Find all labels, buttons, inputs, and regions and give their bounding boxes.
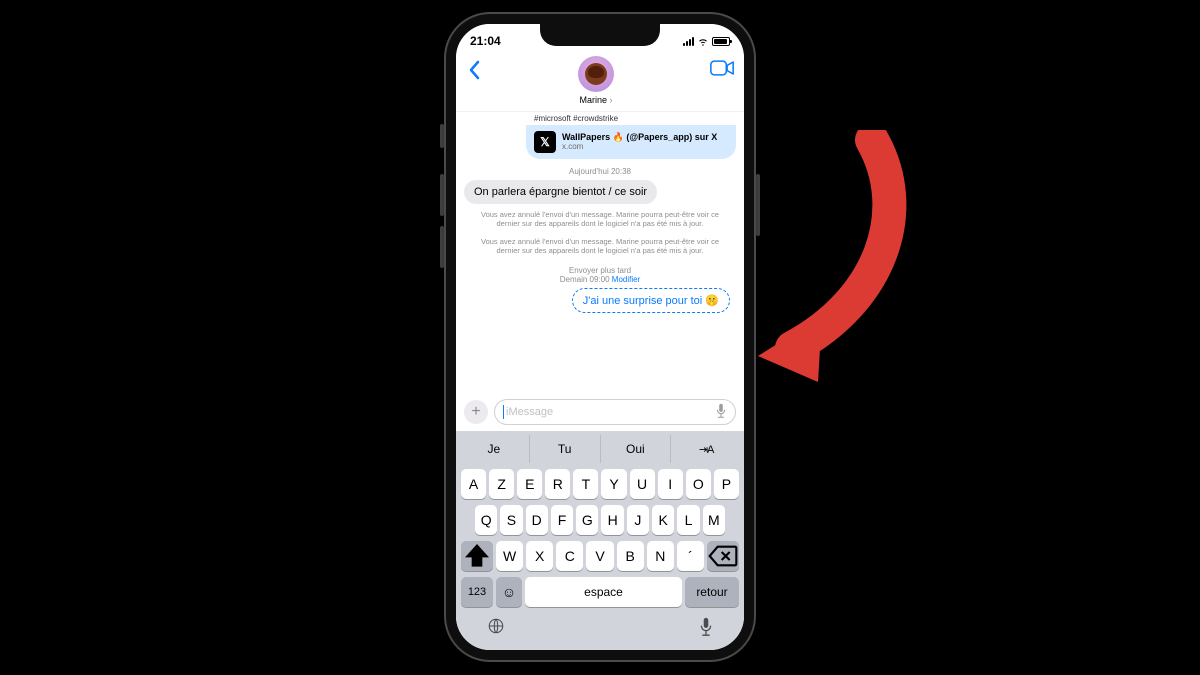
message-input[interactable]: iMessage <box>494 399 736 425</box>
key[interactable]: F <box>551 505 573 535</box>
annotation-arrow <box>752 130 912 390</box>
key[interactable]: V <box>586 541 613 571</box>
key[interactable]: O <box>686 469 711 499</box>
suggestion[interactable]: Je <box>459 435 530 463</box>
key-row-1: A Z E R T Y U I O P <box>459 469 741 499</box>
key[interactable]: X <box>526 541 553 571</box>
scheduled-message[interactable]: J'ai une surprise pour toi 🤫 <box>572 288 730 313</box>
key[interactable]: S <box>500 505 522 535</box>
key[interactable]: H <box>601 505 623 535</box>
key[interactable]: L <box>677 505 699 535</box>
iphone-notch <box>540 24 660 46</box>
keyboard-bottom-bar <box>459 607 741 644</box>
avatar <box>578 56 614 92</box>
key[interactable]: ´ <box>677 541 704 571</box>
key[interactable]: M <box>703 505 725 535</box>
phone-side-button-vol-up <box>440 174 444 216</box>
return-key[interactable]: retour <box>685 577 739 607</box>
key[interactable]: P <box>714 469 739 499</box>
battery-icon <box>712 37 730 46</box>
mic-icon[interactable] <box>699 617 713 642</box>
key[interactable]: I <box>658 469 683 499</box>
incoming-message[interactable]: On parlera épargne bientot / ce soir <box>464 180 657 204</box>
send-later-label: Envoyer plus tard <box>464 266 736 275</box>
wifi-icon <box>697 35 709 47</box>
iphone-frame: 21:04 Marine #microsoft #crowdstrike <box>446 14 754 660</box>
contact-name: Marine <box>579 95 612 105</box>
key-row-4: 123 ☺ espace retour <box>459 577 741 607</box>
status-right <box>683 35 730 47</box>
numeric-key[interactable]: 123 <box>461 577 493 607</box>
key[interactable]: J <box>627 505 649 535</box>
system-message: Vous avez annulé l'envoi d'un message. M… <box>464 233 736 260</box>
system-message: Vous avez annulé l'envoi d'un message. M… <box>464 206 736 233</box>
key[interactable]: D <box>526 505 548 535</box>
back-button[interactable] <box>466 56 482 86</box>
suggestion[interactable]: Tu <box>530 435 601 463</box>
signal-icon <box>683 37 694 46</box>
shift-key[interactable] <box>461 541 493 571</box>
compose-bar: + iMessage <box>456 395 744 431</box>
suggestion-autofill[interactable]: ⇥A <box>671 435 741 463</box>
send-later-time: Demain 09:00 Modifier <box>464 275 736 284</box>
key[interactable]: G <box>576 505 598 535</box>
phone-side-button-vol-down <box>440 226 444 268</box>
suggestion[interactable]: Oui <box>601 435 672 463</box>
text-cursor <box>503 405 504 419</box>
attach-button[interactable]: + <box>464 400 488 424</box>
link-title: WallPapers 🔥 (@Papers_app) sur X <box>562 133 717 143</box>
send-later-edit-button[interactable]: Modifier <box>612 275 640 284</box>
globe-icon[interactable] <box>487 617 505 642</box>
contact-info[interactable]: Marine <box>578 56 614 105</box>
key[interactable]: Y <box>601 469 626 499</box>
suggestion-row: Je Tu Oui ⇥A <box>459 435 741 463</box>
space-key[interactable]: espace <box>525 577 682 607</box>
keyboard: Je Tu Oui ⇥A A Z E R T Y U I O P Q S D <box>456 431 744 650</box>
key[interactable]: K <box>652 505 674 535</box>
send-later-datetime: Demain 09:00 <box>560 275 610 284</box>
chat-header: Marine <box>456 54 744 112</box>
status-time: 21:04 <box>470 34 501 48</box>
cutoff-message-text: #microsoft #crowdstrike <box>526 114 736 123</box>
key[interactable]: N <box>647 541 674 571</box>
key[interactable]: U <box>630 469 655 499</box>
timestamp: Aujourd'hui 20:38 <box>464 167 736 176</box>
x-twitter-icon: 𝕏 <box>534 131 556 153</box>
link-subtitle: x.com <box>562 142 717 151</box>
phone-side-button-silent <box>440 124 444 148</box>
key-row-2: Q S D F G H J K L M <box>459 505 741 535</box>
key[interactable]: T <box>573 469 598 499</box>
dictate-icon[interactable] <box>715 403 727 422</box>
link-preview-card[interactable]: 𝕏 WallPapers 🔥 (@Papers_app) sur X x.com <box>526 125 736 159</box>
key[interactable]: E <box>517 469 542 499</box>
key[interactable]: A <box>461 469 486 499</box>
key[interactable]: R <box>545 469 570 499</box>
chat-body[interactable]: #microsoft #crowdstrike 𝕏 WallPapers 🔥 (… <box>456 112 744 395</box>
key[interactable]: B <box>617 541 644 571</box>
screen: 21:04 Marine #microsoft #crowdstrike <box>456 24 744 650</box>
backspace-key[interactable] <box>707 541 739 571</box>
key[interactable]: W <box>496 541 523 571</box>
emoji-key[interactable]: ☺ <box>496 577 522 607</box>
message-placeholder: iMessage <box>506 406 553 418</box>
key[interactable]: Z <box>489 469 514 499</box>
key[interactable]: Q <box>475 505 497 535</box>
key-row-3: W X C V B N ´ <box>459 541 741 571</box>
facetime-button[interactable] <box>710 56 734 81</box>
key[interactable]: C <box>556 541 583 571</box>
